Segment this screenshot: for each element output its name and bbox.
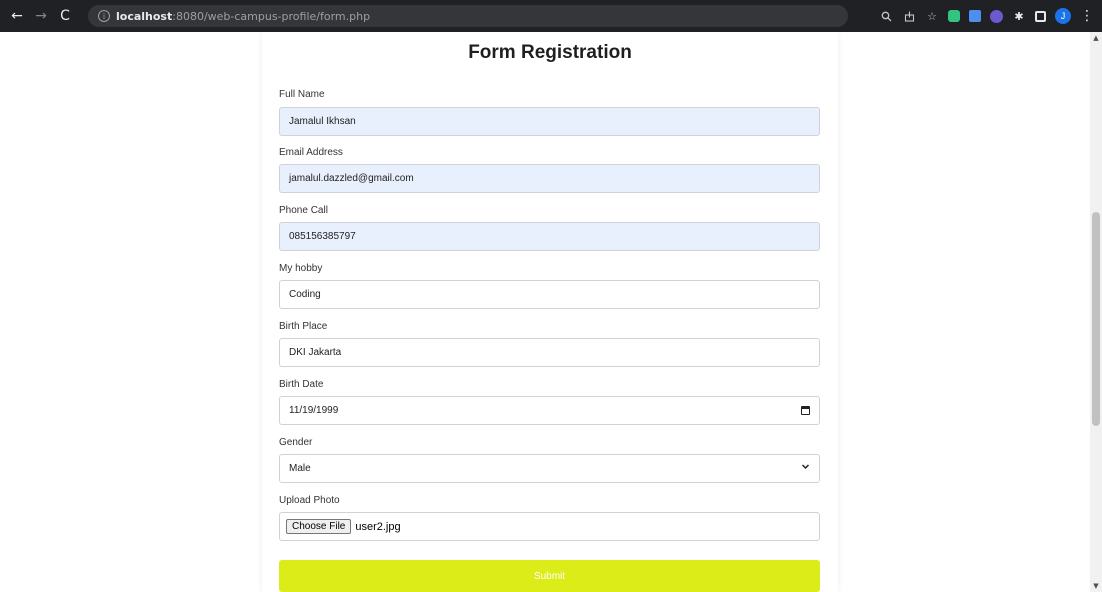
hobby-label: My hobby bbox=[279, 263, 323, 274]
gender-value: Male bbox=[289, 463, 311, 474]
zoom-icon[interactable] bbox=[879, 9, 893, 23]
birth-place-field[interactable]: DKI Jakarta bbox=[279, 338, 820, 367]
back-arrow-icon[interactable]: ← bbox=[6, 5, 28, 27]
page-title: Form Registration bbox=[468, 42, 632, 63]
phone-label: Phone Call bbox=[279, 205, 328, 216]
gender-select[interactable]: Male bbox=[279, 454, 820, 483]
upload-photo-label: Upload Photo bbox=[279, 495, 340, 506]
phone-value: 085156385797 bbox=[289, 231, 356, 242]
puzzle-icon[interactable]: ✱ bbox=[1012, 9, 1026, 23]
scrollbar[interactable]: ▲ ▼ bbox=[1090, 32, 1102, 592]
birth-place-label: Birth Place bbox=[279, 321, 328, 332]
hobby-field[interactable]: Coding bbox=[279, 280, 820, 309]
email-value: jamalul.dazzled@gmail.com bbox=[289, 173, 414, 184]
scroll-down-arrow-icon[interactable]: ▼ bbox=[1090, 582, 1102, 590]
full-name-label: Full Name bbox=[279, 89, 325, 100]
forward-arrow-icon[interactable]: → bbox=[30, 5, 52, 27]
page-viewport: Form Registration Full Name Jamalul Ikhs… bbox=[0, 32, 1090, 592]
birth-date-field[interactable]: 11/19/1999 bbox=[279, 396, 820, 425]
extension-icon[interactable] bbox=[948, 10, 960, 22]
url-host: localhost bbox=[116, 9, 173, 23]
full-name-value: Jamalul Ikhsan bbox=[289, 116, 356, 127]
email-field[interactable]: jamalul.dazzled@gmail.com bbox=[279, 164, 820, 193]
phone-field[interactable]: 085156385797 bbox=[279, 222, 820, 251]
extension-icon[interactable] bbox=[990, 9, 1003, 23]
chevron-down-icon bbox=[801, 462, 810, 474]
birth-date-label: Birth Date bbox=[279, 379, 324, 390]
full-name-field[interactable]: Jamalul Ikhsan bbox=[279, 107, 820, 136]
scroll-up-arrow-icon[interactable]: ▲ bbox=[1090, 34, 1102, 42]
side-panel-icon[interactable] bbox=[1035, 10, 1046, 22]
calendar-icon[interactable] bbox=[801, 406, 810, 415]
submit-button[interactable]: Submit bbox=[279, 560, 820, 592]
info-icon[interactable]: i bbox=[98, 10, 110, 22]
toolbar-actions: ☆ ✱ J ⋮ bbox=[879, 6, 1094, 26]
hobby-value: Coding bbox=[289, 289, 321, 300]
reload-icon[interactable]: C bbox=[54, 5, 76, 27]
avatar[interactable]: J bbox=[1055, 8, 1071, 24]
scrollbar-thumb[interactable] bbox=[1092, 212, 1100, 426]
file-name: user2.jpg bbox=[355, 520, 401, 533]
browser-toolbar: ← → C i localhost :8080/web-campus-profi… bbox=[0, 0, 1102, 32]
birth-place-value: DKI Jakarta bbox=[289, 347, 342, 358]
photo-file-input[interactable]: Choose File user2.jpg bbox=[279, 512, 820, 541]
url-path: :8080/web-campus-profile/form.php bbox=[172, 9, 371, 23]
form-card: Form Registration Full Name Jamalul Ikhs… bbox=[262, 32, 838, 592]
address-bar[interactable]: i localhost :8080/web-campus-profile/for… bbox=[88, 5, 848, 27]
share-icon[interactable] bbox=[902, 9, 916, 23]
birth-date-value: 11/19/1999 bbox=[289, 405, 339, 416]
kebab-menu-icon[interactable]: ⋮ bbox=[1080, 8, 1094, 24]
extension-icon[interactable] bbox=[969, 10, 981, 22]
email-label: Email Address bbox=[279, 147, 343, 158]
star-icon[interactable]: ☆ bbox=[925, 9, 939, 23]
choose-file-button[interactable]: Choose File bbox=[286, 519, 352, 534]
gender-label: Gender bbox=[279, 437, 313, 448]
